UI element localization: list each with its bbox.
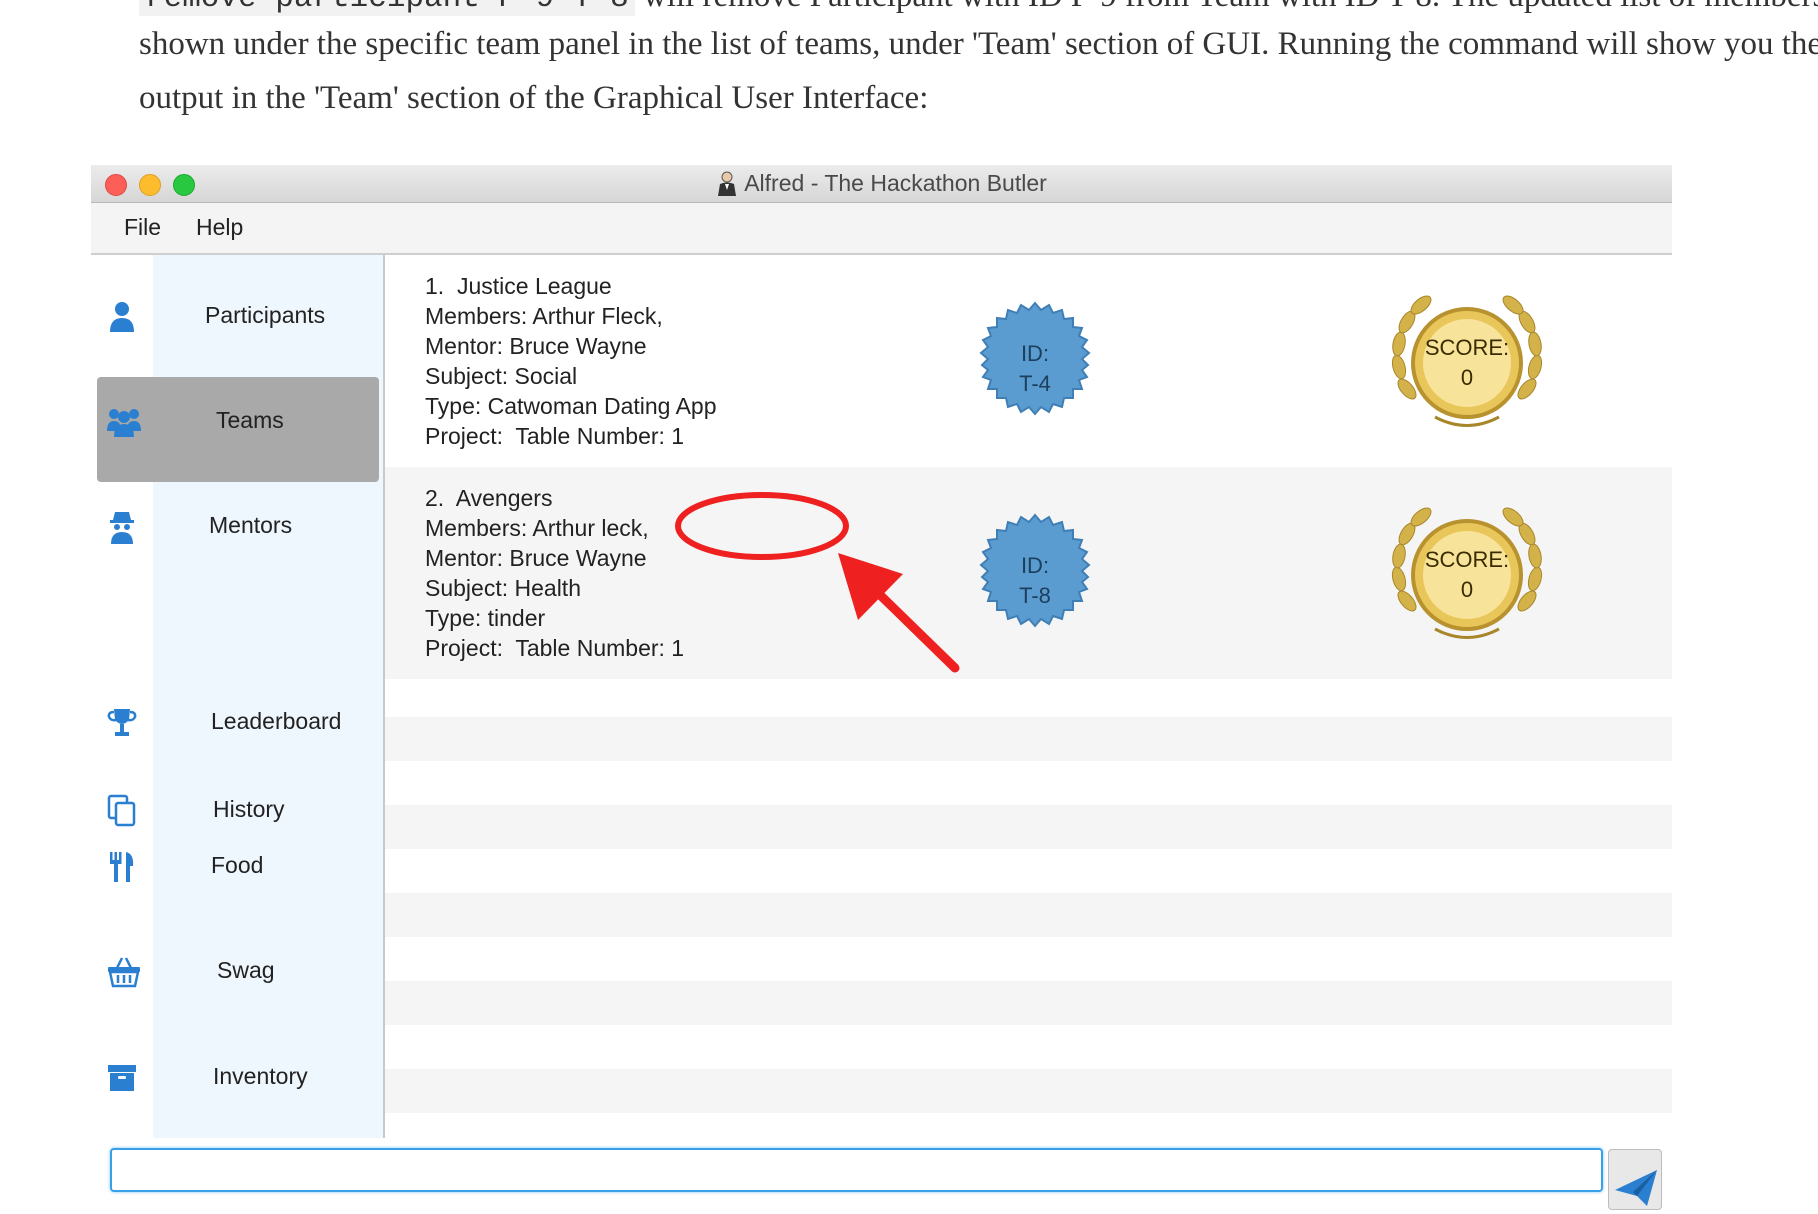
annotation-circle <box>675 492 849 560</box>
annotation-overlay <box>675 492 960 673</box>
annotation-arrow <box>838 553 960 673</box>
